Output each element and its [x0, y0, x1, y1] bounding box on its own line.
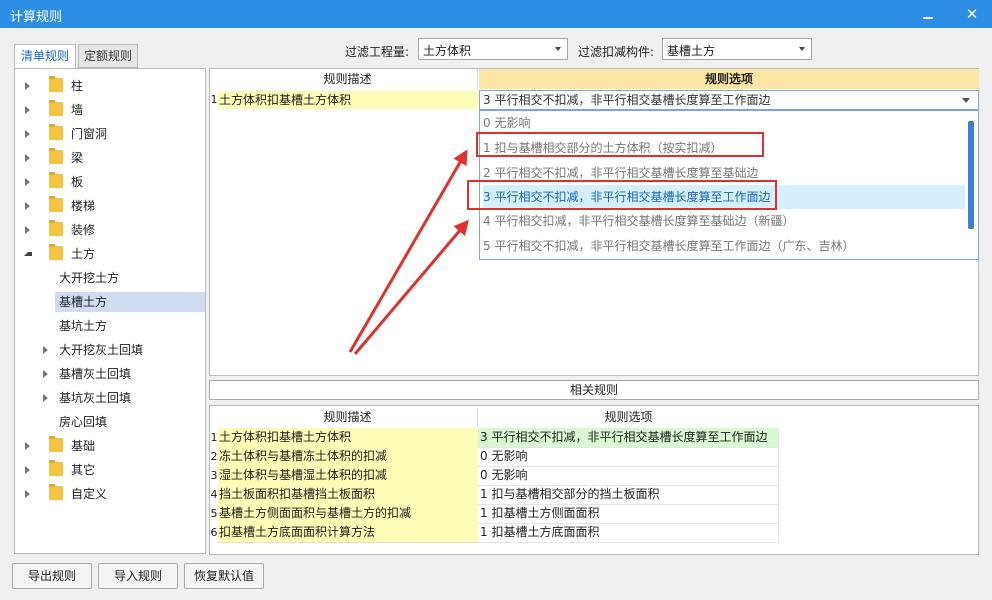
rules-grid: 规则描述 规则选项 1 土方体积扣基槽土方体积 3 平行相交不扣减，非平行相交基… [209, 68, 979, 376]
close-button[interactable]: ✕ [962, 4, 982, 24]
tab-quota-rules[interactable]: 定额规则 [78, 44, 138, 68]
related-row[interactable]: 2 冻土体积与基槽冻土体积的扣减 0 无影响 [210, 447, 780, 467]
tree-item-column[interactable]: 柱 [25, 76, 205, 96]
component-tree: 柱 墙 门窗洞 梁 板 楼梯 装修 土方 大开挖土方 基槽土方 基坑土方 大开挖… [14, 68, 206, 554]
expand-arrow-icon[interactable] [25, 106, 30, 114]
tree-item-decoration[interactable]: 装修 [25, 220, 205, 240]
collapse-arrow-icon[interactable] [24, 252, 32, 256]
folder-icon [49, 148, 63, 164]
related-header-option: 规则选项 [478, 408, 779, 427]
expand-arrow-icon[interactable] [25, 202, 30, 210]
restore-defaults-button[interactable]: 恢复默认值 [184, 563, 264, 589]
tree-item-pit-lime-backfill[interactable]: 基坑灰土回填 [43, 388, 205, 408]
tree-item-foundation[interactable]: 基础 [25, 436, 205, 456]
annotation-box [476, 132, 764, 157]
related-header-desc: 规则描述 [218, 408, 478, 427]
rules-header-desc: 规则描述 [218, 69, 478, 89]
import-rules-button[interactable]: 导入规则 [98, 563, 178, 589]
tree-item-slab[interactable]: 板 [25, 172, 205, 192]
related-row[interactable]: 4 挡土板面积扣基槽挡土板面积 1 扣与基槽相交部分的挡土板面积 [210, 485, 780, 505]
related-row[interactable]: 3 湿土体积与基槽湿土体积的扣减 0 无影响 [210, 466, 780, 486]
tree-item-room-backfill[interactable]: 房心回填 [55, 412, 205, 432]
option-item[interactable]: 4 平行相交扣减，非平行相交基槽长度算至基础边（新疆） [483, 209, 965, 233]
tree-item-stair[interactable]: 楼梯 [25, 196, 205, 216]
tree-item-wall[interactable]: 墙 [25, 100, 205, 120]
folder-icon [49, 172, 63, 188]
tree-item-open-lime-backfill[interactable]: 大开挖灰土回填 [43, 340, 205, 360]
rule-option-value: 3 平行相交不扣减，非平行相交基槽长度算至工作面边 [483, 93, 771, 107]
expand-arrow-icon[interactable] [43, 394, 48, 402]
folder-icon [49, 436, 63, 452]
filter-quantity-value: 土方体积 [423, 44, 472, 58]
expand-arrow-icon[interactable] [25, 130, 30, 138]
expand-arrow-icon[interactable] [25, 442, 30, 450]
expand-arrow-icon[interactable] [43, 346, 48, 354]
folder-icon [49, 124, 63, 140]
chevron-down-icon [799, 47, 805, 51]
tree-item-earthwork[interactable]: 土方 [24, 244, 205, 264]
option-item[interactable]: 5 平行相交不扣减，非平行相交基槽长度算至工作面边（广东、吉林） [483, 234, 965, 258]
related-row[interactable]: 5 基槽土方侧面面积与基槽土方的扣减 1 扣基槽土方侧面面积 [210, 504, 780, 524]
folder-icon [49, 76, 63, 92]
tree-item-other[interactable]: 其它 [25, 460, 205, 480]
folder-icon [49, 244, 63, 260]
rule-option-combobox[interactable]: 3 平行相交不扣减，非平行相交基槽长度算至工作面边 [479, 90, 979, 110]
related-row[interactable]: 6 扣基槽土方底面面积计算方法 1 扣基槽土方底面面积 [210, 523, 780, 543]
tree-item-pit-earthwork[interactable]: 基坑土方 [55, 316, 205, 336]
tree-item-open-excavation[interactable]: 大开挖土方 [55, 268, 205, 288]
rule-desc-cell[interactable]: 土方体积扣基槽土方体积 [218, 91, 478, 109]
filter-component-label: 过滤扣减构件: [578, 45, 655, 59]
expand-arrow-icon[interactable] [25, 178, 30, 186]
tree-item-trench-lime-backfill[interactable]: 基槽灰土回填 [43, 364, 205, 384]
minimize-button[interactable] [918, 4, 938, 24]
tab-list-rules[interactable]: 清单规则 [14, 44, 76, 69]
tree-item-opening[interactable]: 门窗洞 [25, 124, 205, 144]
filter-component-value: 基槽土方 [667, 44, 716, 58]
expand-arrow-icon[interactable] [25, 82, 30, 90]
filter-component-select[interactable]: 基槽土方 [662, 38, 812, 60]
title-bar: 计算规则 ✕ [0, 0, 992, 28]
expand-arrow-icon[interactable] [25, 154, 30, 162]
related-rules-title: 相关规则 [209, 380, 979, 400]
tree-item-trench-earthwork[interactable]: 基槽土方 [55, 292, 205, 312]
related-row[interactable]: 1 土方体积扣基槽土方体积 3 平行相交不扣减，非平行相交基槽长度算至工作面边 [210, 428, 780, 448]
filter-quantity-label: 过滤工程量: [345, 45, 410, 59]
expand-arrow-icon[interactable] [25, 226, 30, 234]
tree-item-custom[interactable]: 自定义 [25, 484, 205, 504]
rules-header-option: 规则选项 [479, 69, 979, 89]
window-title: 计算规则 [10, 10, 63, 25]
expand-arrow-icon[interactable] [43, 370, 48, 378]
related-rules-grid: 规则描述 规则选项 1 土方体积扣基槽土方体积 3 平行相交不扣减，非平行相交基… [209, 405, 979, 555]
expand-arrow-icon[interactable] [25, 466, 30, 474]
filter-quantity-select[interactable]: 土方体积 [418, 38, 568, 60]
annotation-box [467, 180, 777, 210]
row-number: 1 [210, 93, 218, 106]
chevron-down-icon[interactable] [962, 98, 970, 103]
expand-arrow-icon[interactable] [25, 490, 30, 498]
export-rules-button[interactable]: 导出规则 [12, 563, 92, 589]
chevron-down-icon [555, 47, 561, 51]
tree-item-beam[interactable]: 梁 [25, 148, 205, 168]
folder-icon [49, 484, 63, 500]
dropdown-scrollbar[interactable] [968, 121, 974, 229]
folder-icon [49, 196, 63, 212]
folder-icon [49, 100, 63, 116]
folder-icon [49, 460, 63, 476]
folder-icon [49, 220, 63, 236]
